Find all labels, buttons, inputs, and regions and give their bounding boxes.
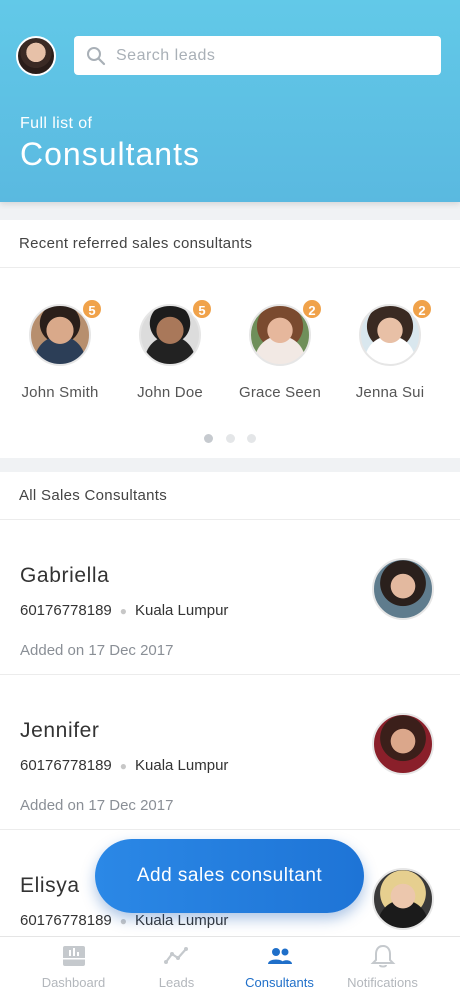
- recent-section-title: Recent referred sales consultants: [0, 220, 460, 268]
- consultant-added-date: Added on 17 Dec 2017: [20, 642, 174, 659]
- page-subtitle: Full list of: [20, 115, 93, 132]
- tab-dashboard[interactable]: Dashboard: [16, 943, 131, 990]
- referral-count-badge: 5: [81, 298, 103, 320]
- avatar: 5: [29, 298, 103, 366]
- tab-consultants[interactable]: Consultants: [222, 943, 337, 990]
- user-avatar[interactable]: [16, 36, 56, 76]
- avatar: [372, 868, 434, 930]
- tab-leads[interactable]: Leads: [119, 943, 234, 990]
- consultant-meta: 60176778189 ● Kuala Lumpur: [20, 602, 228, 619]
- header: Full list of Consultants: [0, 0, 460, 202]
- consultant-name: Elisya: [20, 874, 80, 897]
- pagination-dot[interactable]: [246, 434, 256, 443]
- search-input[interactable]: [116, 46, 416, 65]
- pagination-dot[interactable]: [204, 434, 214, 443]
- recent-person[interactable]: 5 John Smith: [5, 298, 115, 401]
- consultant-city: Kuala Lumpur: [135, 912, 229, 929]
- consultant-added-date: Added on 17 Dec 2017: [20, 797, 174, 814]
- referral-count-badge: 2: [411, 298, 433, 320]
- consultant-city: Kuala Lumpur: [135, 757, 229, 774]
- recent-person[interactable]: 5 John Doe: [115, 298, 225, 401]
- search-icon: [87, 46, 106, 65]
- recent-person[interactable]: 2 Jenna Sui: [335, 298, 445, 401]
- person-name: John Doe: [137, 384, 203, 401]
- avatar: [372, 558, 434, 620]
- all-section-title: All Sales Consultants: [0, 472, 460, 520]
- referral-count-badge: 5: [191, 298, 213, 320]
- consultant-phone: 60176778189: [20, 757, 112, 774]
- consultant-row[interactable]: Gabriella 60176778189 ● Kuala Lumpur Added…: [0, 520, 460, 675]
- referral-count-badge: 2: [301, 298, 323, 320]
- people-icon: [267, 948, 292, 964]
- avatar: 5: [139, 298, 213, 366]
- consultant-name: Gabriella: [20, 564, 110, 587]
- dashboard-icon: [62, 946, 85, 966]
- consultant-row[interactable]: Jennifer 60176778189 ● Kuala Lumpur Added …: [0, 675, 460, 830]
- avatar: [372, 713, 434, 775]
- carousel-pagination[interactable]: [0, 430, 460, 448]
- consultant-phone: 60176778189: [20, 602, 112, 619]
- separator-dot: ●: [119, 914, 128, 928]
- recent-person[interactable]: 2 Grace Seen: [225, 298, 335, 401]
- add-sales-consultant-button[interactable]: Add sales consultant: [95, 839, 364, 913]
- recent-consultants-card: Recent referred sales consultants 5 John…: [0, 220, 460, 458]
- avatar: 2: [249, 298, 323, 366]
- separator-dot: ●: [119, 604, 128, 618]
- pagination-dot[interactable]: [225, 434, 235, 443]
- person-name: John Smith: [21, 384, 99, 401]
- leads-chart-icon: [163, 947, 188, 964]
- consultant-name: Jennifer: [20, 719, 100, 742]
- consultant-phone: 60176778189: [20, 912, 112, 929]
- bottom-tab-bar: Dashboard Leads Consultants Notification…: [0, 936, 460, 996]
- person-name: Grace Seen: [238, 384, 322, 401]
- page-title: Consultants: [20, 136, 200, 172]
- tab-label: Notifications: [347, 975, 418, 990]
- person-name: Jenna Sui: [355, 384, 425, 401]
- separator-dot: ●: [119, 759, 128, 773]
- tab-label: Consultants: [245, 975, 314, 990]
- search-bar[interactable]: [74, 36, 441, 75]
- consultant-meta: 60176778189 ● Kuala Lumpur: [20, 757, 228, 774]
- tab-notifications[interactable]: Notifications: [325, 943, 440, 990]
- consultant-city: Kuala Lumpur: [135, 602, 229, 619]
- tab-label: Dashboard: [41, 975, 106, 990]
- bell-icon: [370, 944, 395, 968]
- tab-label: Leads: [158, 975, 195, 990]
- avatar: 2: [359, 298, 433, 366]
- consultant-meta: 60176778189 ● Kuala Lumpur: [20, 912, 228, 929]
- all-consultants-card: All Sales Consultants Gabriella 60176778…: [0, 472, 460, 996]
